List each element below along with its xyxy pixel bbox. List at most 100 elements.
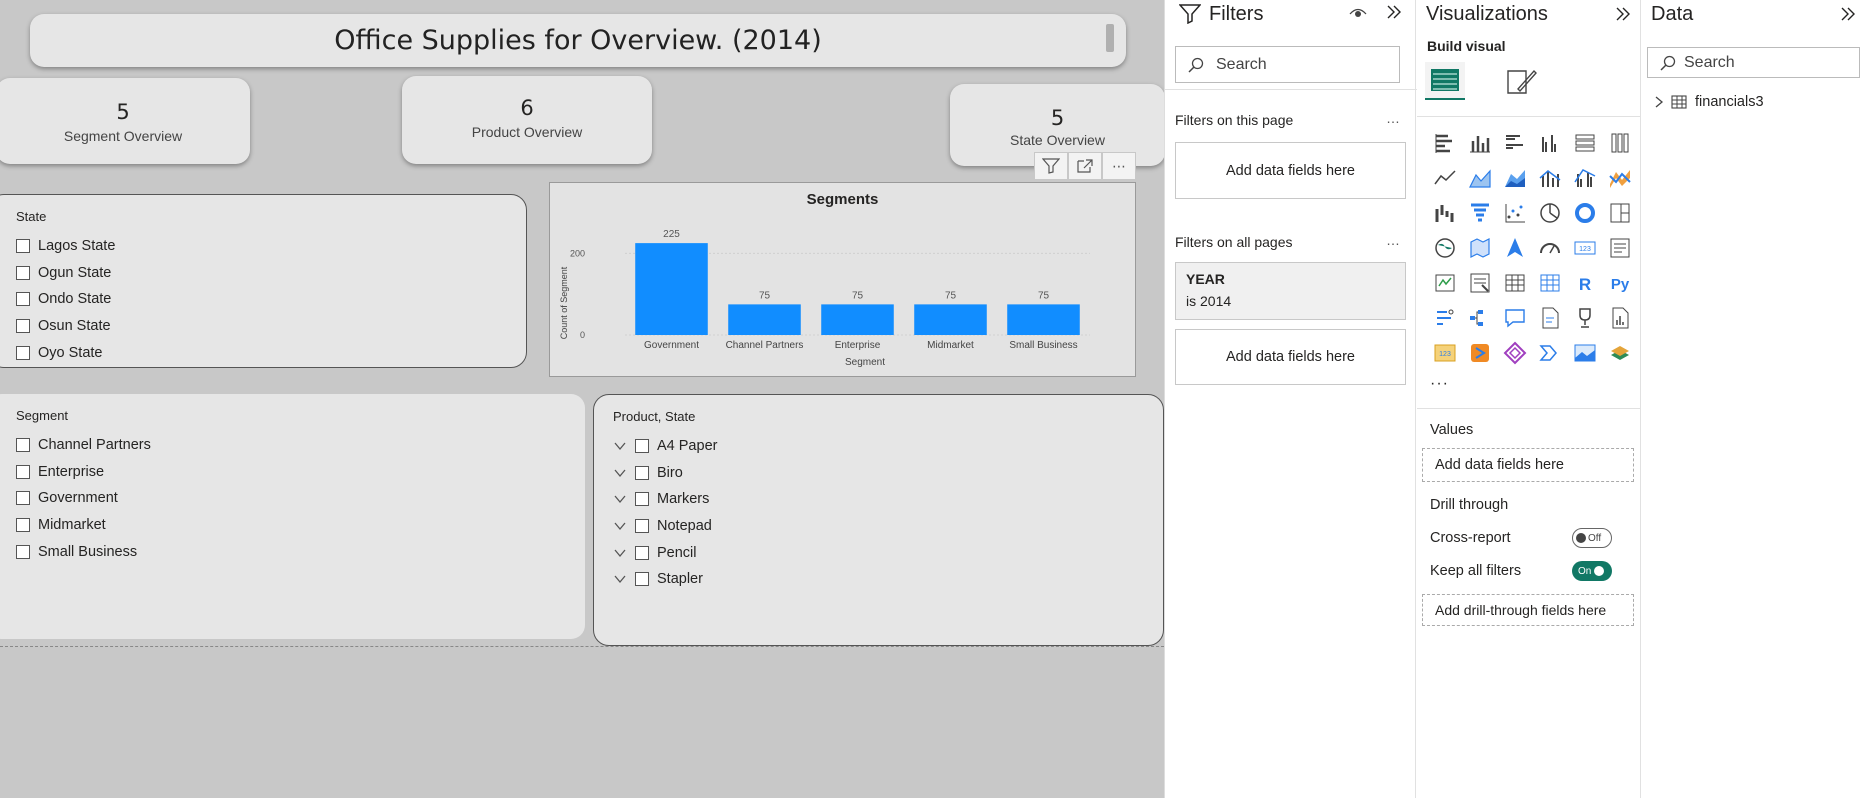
collapse-chevron-icon[interactable] (1840, 6, 1856, 22)
more-options-icon[interactable]: … (1386, 110, 1401, 126)
checkbox[interactable] (635, 519, 649, 534)
chevron-down-icon[interactable] (613, 519, 627, 533)
values-well[interactable]: Add data fields here (1422, 448, 1634, 482)
python-visual-icon[interactable]: Py (1602, 265, 1637, 300)
scatter-icon[interactable] (1497, 195, 1532, 230)
eye-icon[interactable] (1349, 5, 1367, 19)
slicer-item[interactable]: Ogun State (16, 260, 115, 287)
r-visual-icon[interactable]: R (1567, 265, 1602, 300)
chevron-down-icon[interactable] (613, 492, 627, 506)
checkbox[interactable] (16, 319, 30, 334)
slicer-item[interactable]: Channel Partners (16, 432, 151, 459)
slicer-item[interactable]: Biro (613, 460, 717, 487)
checkbox[interactable] (16, 491, 30, 506)
treemap-icon[interactable] (1602, 195, 1637, 230)
flow-chevron-icon[interactable] (1532, 335, 1567, 370)
matrix-icon[interactable] (1532, 265, 1567, 300)
page-filter-well[interactable]: Add data fields here (1175, 142, 1406, 199)
cross-report-toggle[interactable]: Off (1572, 528, 1612, 548)
chevron-down-icon[interactable] (613, 572, 627, 586)
area-chart-icon[interactable] (1462, 160, 1497, 195)
checkbox[interactable] (16, 345, 30, 360)
slicer-item[interactable]: Osun State (16, 313, 115, 340)
more-options-icon[interactable]: ⋯ (1102, 152, 1136, 180)
qa-icon[interactable] (1497, 300, 1532, 335)
segments-chart[interactable]: Segments Count of Segment Segment 0 200 2… (549, 182, 1136, 377)
filter-icon[interactable] (1034, 152, 1068, 180)
stacked-column-icon[interactable] (1462, 125, 1497, 160)
decomposition-tree-icon[interactable] (1462, 300, 1497, 335)
slicer-item[interactable]: Enterprise (16, 459, 151, 486)
title-card[interactable]: Office Supplies for Overview. (2014) (30, 14, 1126, 67)
checkbox[interactable] (635, 465, 649, 480)
power-apps-diamond-icon[interactable] (1497, 335, 1532, 370)
100-bar-icon[interactable] (1567, 125, 1602, 160)
slicer-item[interactable]: Notepad (613, 513, 717, 540)
bar[interactable] (1007, 304, 1080, 335)
clustered-bar-icon[interactable] (1497, 125, 1532, 160)
power-apps-icon[interactable]: 123 (1427, 335, 1462, 370)
pie-chart-icon[interactable] (1532, 195, 1567, 230)
bar[interactable] (914, 304, 987, 335)
metrics-icon[interactable] (1567, 300, 1602, 335)
arcgis-map-icon[interactable] (1602, 335, 1637, 370)
drill-through-well[interactable]: Add drill-through fields here (1422, 594, 1634, 626)
checkbox[interactable] (16, 518, 30, 533)
slicer-item[interactable]: Pencil (613, 539, 717, 566)
slicer-item[interactable]: A4 Paper (613, 433, 717, 460)
all-pages-filter-well[interactable]: Add data fields here (1175, 329, 1406, 385)
format-visual-tab-icon[interactable] (1501, 62, 1541, 100)
line-column-icon[interactable] (1532, 160, 1567, 195)
slicer-item[interactable]: Midmarket (16, 512, 151, 539)
title-scrollbar[interactable] (1106, 24, 1114, 52)
chevron-down-icon[interactable] (613, 466, 627, 480)
bar[interactable] (635, 243, 708, 335)
map-icon[interactable] (1427, 230, 1462, 265)
more-options-icon[interactable]: … (1386, 232, 1401, 248)
slicer-item[interactable]: Lagos State (16, 233, 115, 260)
ribbon-chart-icon[interactable] (1602, 160, 1637, 195)
keep-all-filters-toggle[interactable]: On (1572, 561, 1612, 581)
checkbox[interactable] (635, 492, 649, 507)
data-search-input[interactable]: Search (1647, 47, 1860, 78)
collapse-chevron-icon[interactable] (1386, 4, 1402, 20)
more-visuals-icon[interactable]: ··· (1430, 375, 1449, 393)
bar[interactable] (821, 304, 894, 335)
narrative-icon[interactable] (1532, 300, 1567, 335)
build-visual-tab-icon[interactable] (1425, 62, 1465, 100)
chevron-right-icon[interactable] (1653, 96, 1665, 108)
slicer-item[interactable]: Stapler (613, 566, 717, 593)
checkbox[interactable] (16, 292, 30, 307)
year-filter-card[interactable]: YEAR is 2014 (1175, 262, 1406, 320)
100-column-icon[interactable] (1602, 125, 1637, 160)
card-icon[interactable]: 123 (1567, 230, 1602, 265)
image-visual-icon[interactable] (1567, 335, 1602, 370)
kpi-card-product[interactable]: 6 Product Overview (402, 76, 652, 164)
multi-row-card-icon[interactable] (1602, 230, 1637, 265)
line-chart-icon[interactable] (1427, 160, 1462, 195)
funnel-icon[interactable] (1462, 195, 1497, 230)
waterfall-icon[interactable] (1427, 195, 1462, 230)
line-clustered-icon[interactable] (1567, 160, 1602, 195)
focus-mode-icon[interactable] (1068, 152, 1102, 180)
checkbox[interactable] (16, 544, 30, 559)
chevron-down-icon[interactable] (613, 439, 627, 453)
checkbox[interactable] (635, 439, 649, 454)
azure-map-icon[interactable] (1497, 230, 1532, 265)
table-item-financials3[interactable]: financials3 (1653, 94, 1764, 110)
checkbox[interactable] (635, 572, 649, 587)
clustered-column-icon[interactable] (1532, 125, 1567, 160)
power-automate-icon[interactable] (1462, 335, 1497, 370)
slicer-item[interactable]: Oyo State (16, 339, 115, 366)
kpi-card-segment[interactable]: 5 Segment Overview (0, 78, 250, 164)
checkbox[interactable] (16, 464, 30, 479)
paginated-report-icon[interactable] (1602, 300, 1637, 335)
collapse-chevron-icon[interactable] (1615, 6, 1631, 22)
filled-map-icon[interactable] (1462, 230, 1497, 265)
donut-chart-icon[interactable] (1567, 195, 1602, 230)
slicer-item[interactable]: Government (16, 485, 151, 512)
checkbox[interactable] (16, 239, 30, 254)
slicer-item[interactable]: Markers (613, 486, 717, 513)
kpi-icon[interactable] (1427, 265, 1462, 300)
slicer-item[interactable]: Small Business (16, 538, 151, 565)
